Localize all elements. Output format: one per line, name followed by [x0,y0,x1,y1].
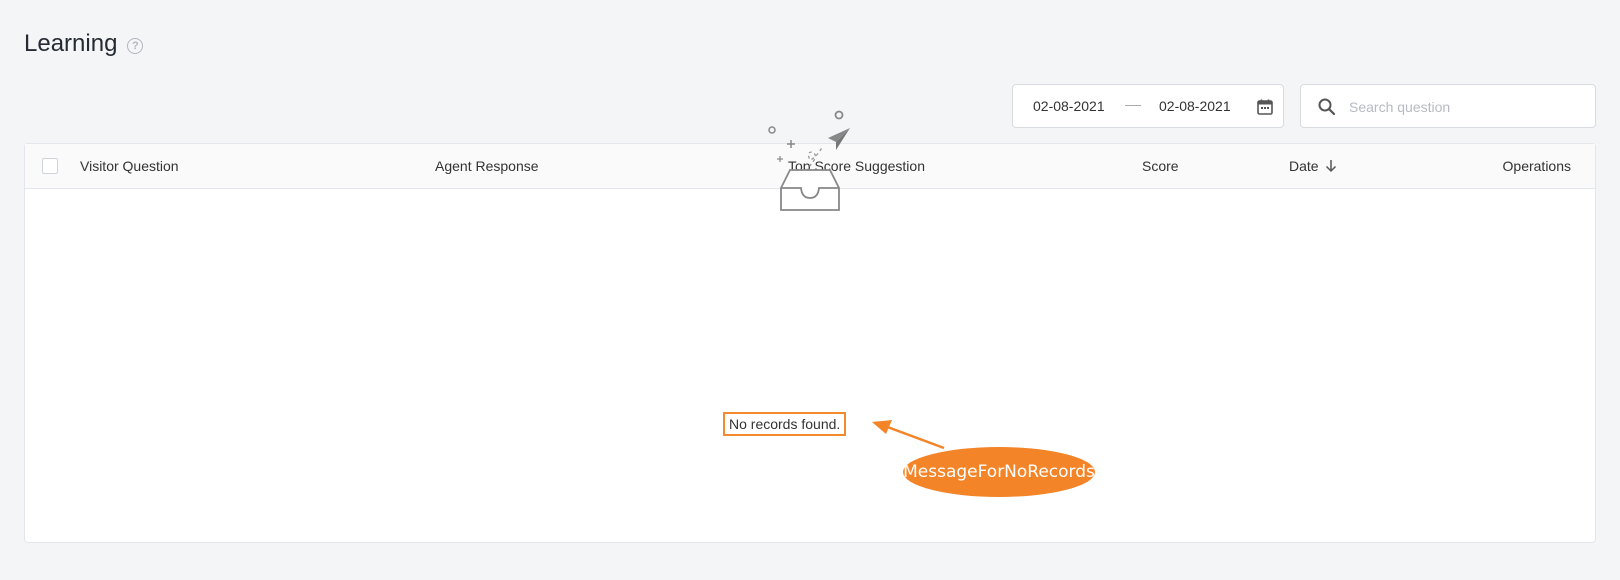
search-input[interactable] [1347,95,1581,119]
date-range-separator [1125,105,1141,106]
empty-state [25,189,1595,542]
column-visitor-question[interactable]: Visitor Question [80,158,179,174]
search-box[interactable] [1300,84,1596,128]
no-records-message: No records found. [723,412,847,436]
date-start[interactable]: 02-08-2021 [1033,98,1105,114]
date-end[interactable]: 02-08-2021 [1159,98,1231,114]
sort-down-icon[interactable] [1325,159,1337,173]
search-icon [1317,97,1337,122]
date-range-picker[interactable]: 02-08-2021 02-08-2021 [1012,84,1284,128]
annotation-label: MessageForNoRecords [903,447,1095,497]
column-operations: Operations [1502,158,1571,174]
empty-inbox-icon [740,108,860,223]
column-agent-response[interactable]: Agent Response [435,158,539,174]
help-icon[interactable]: ? [127,37,144,54]
column-score[interactable]: Score [1142,158,1179,174]
annotation-arrow [872,420,945,450]
column-date[interactable]: Date [1289,158,1337,174]
page-title: Learning [24,30,118,57]
page-header: Learning ? [24,30,144,58]
select-all-checkbox[interactable] [42,158,58,174]
column-date-label: Date [1289,158,1319,174]
calendar-icon[interactable] [1256,98,1274,119]
